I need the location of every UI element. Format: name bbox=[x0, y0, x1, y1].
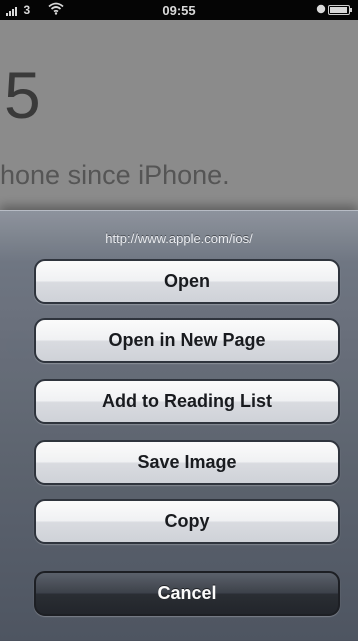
action-sheet-title: http://www.apple.com/ios/ bbox=[105, 231, 253, 246]
orientation-lock-icon bbox=[316, 4, 326, 14]
page-headline: 5 bbox=[4, 58, 41, 132]
action-sheet: http://www.apple.com/ios/ Open Open in N… bbox=[0, 210, 358, 641]
copy-button[interactable]: Copy bbox=[34, 499, 340, 544]
add-to-reading-list-button[interactable]: Add to Reading List bbox=[34, 379, 340, 424]
open-in-new-page-button[interactable]: Open in New Page bbox=[34, 318, 340, 363]
status-bar: 3 09:55 bbox=[0, 0, 358, 20]
open-button[interactable]: Open bbox=[34, 259, 340, 304]
battery-level bbox=[330, 7, 347, 13]
save-image-button[interactable]: Save Image bbox=[34, 440, 340, 485]
status-time: 09:55 bbox=[162, 3, 196, 18]
cancel-button[interactable]: Cancel bbox=[34, 571, 340, 616]
page-tagline: hone since iPhone. bbox=[0, 160, 230, 190]
battery-icon bbox=[328, 5, 352, 15]
